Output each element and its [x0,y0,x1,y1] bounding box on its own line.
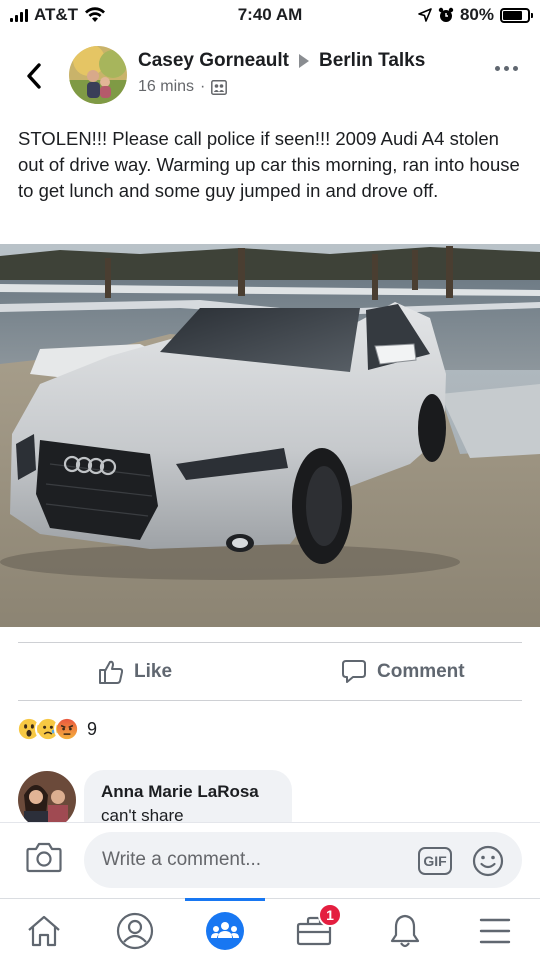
tab-marketplace[interactable]: 1 [284,903,344,953]
author-name[interactable]: Casey Gorneault [138,50,289,72]
divider-top [18,642,522,643]
gif-button[interactable]: GIF [418,847,452,875]
like-label: Like [134,661,173,682]
tab-home[interactable] [14,909,74,953]
comment-composer: GIF [0,822,540,898]
tab-menu[interactable] [465,909,525,953]
post-title: Casey Gorneault Berlin Talks [138,50,425,72]
camera-button[interactable] [26,841,66,877]
group-icon [211,79,228,95]
tab-groups[interactable] [195,909,255,953]
profile-icon [116,912,154,950]
status-icons: 80% [418,5,533,25]
post-text: STOLEN!!! Please call police if seen!!! … [18,128,520,201]
more-options-button[interactable] [495,66,518,71]
emoji-button[interactable] [472,845,504,877]
tab-profile[interactable] [105,909,165,953]
status-bar: AT&T 7:40 AM 80% [0,0,540,32]
post-meta: 16 mins · [138,78,228,96]
battery-percent: 80% [459,5,494,24]
arrow-right-icon [299,54,309,68]
location-arrow-icon [418,8,432,22]
comment-author[interactable]: Anna Marie LaRosa [101,782,275,802]
comment-input[interactable] [84,832,522,888]
camera-icon [26,842,62,873]
post-header: Casey Gorneault Berlin Talks 16 mins · [0,40,540,112]
meta-separator: · [200,78,206,95]
post-photo[interactable] [0,244,540,627]
bell-icon [390,914,420,948]
group-name[interactable]: Berlin Talks [319,50,425,72]
back-button[interactable] [20,58,48,94]
active-tab-indicator [185,898,265,901]
groups-icon [206,912,244,950]
post-time[interactable]: 16 mins [138,78,194,96]
hamburger-menu-icon [479,918,511,944]
reactions-summary[interactable]: 9 [16,716,97,742]
divider-bottom [18,700,522,701]
bottom-tab-bar: 1 [0,898,540,960]
speech-bubble-icon [342,660,366,683]
reaction-count: 9 [87,718,98,739]
alarm-icon [438,7,454,22]
comment-button[interactable]: Comment [341,656,465,688]
tab-notifications[interactable] [375,909,435,953]
battery-icon [500,7,533,23]
thumbs-up-icon [99,660,124,684]
marketplace-badge: 1 [318,903,342,927]
author-avatar[interactable] [69,46,127,104]
smiley-icon [472,845,504,877]
home-icon [28,915,60,947]
like-button[interactable]: Like [98,656,172,688]
angry-reaction-icon [54,716,80,742]
chevron-left-icon [27,63,41,89]
comment-label: Comment [377,661,465,682]
commenter-avatar[interactable] [18,771,76,829]
